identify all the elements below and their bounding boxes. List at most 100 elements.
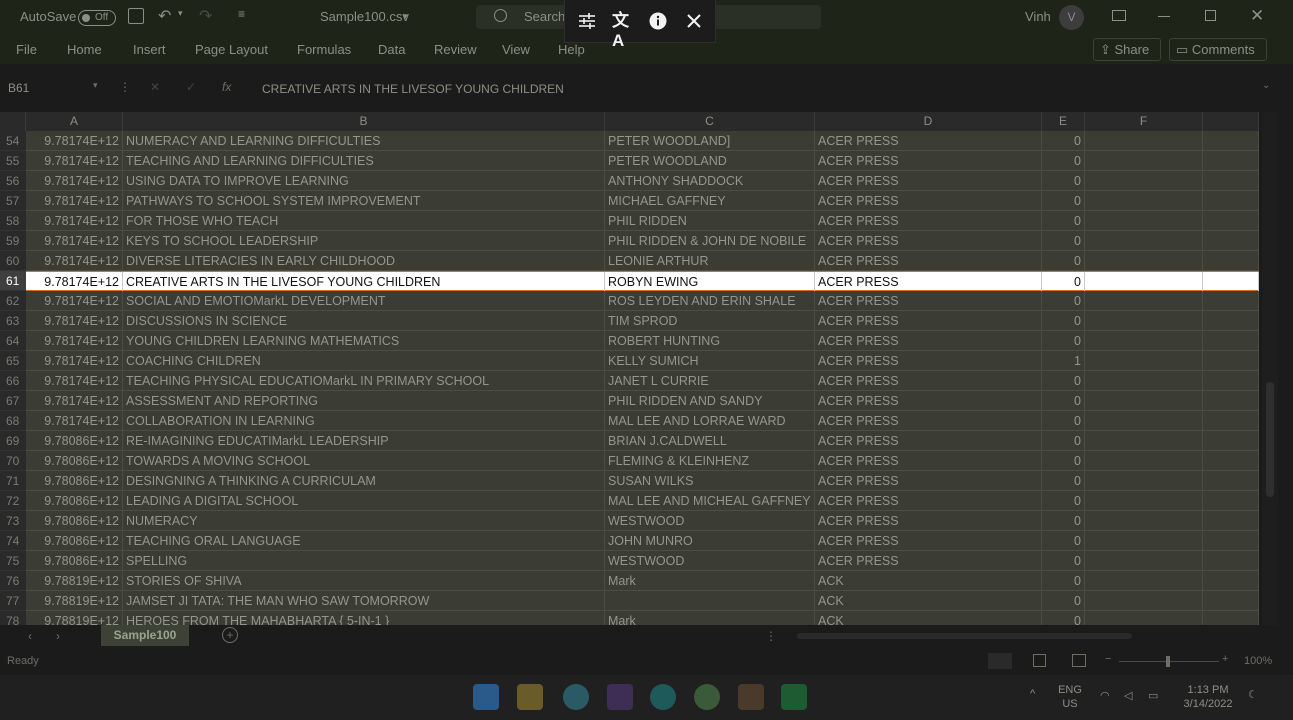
column-header-e[interactable]: E bbox=[1042, 112, 1085, 131]
cell-d[interactable]: ACER PRESS bbox=[815, 511, 1042, 531]
cell-e[interactable]: 0 bbox=[1042, 251, 1085, 271]
cell-a[interactable]: 9.78086E+12 bbox=[26, 531, 123, 551]
language-indicator[interactable]: ENG US bbox=[1055, 683, 1085, 711]
cell-d[interactable]: ACER PRESS bbox=[815, 471, 1042, 491]
cell-e[interactable]: 0 bbox=[1042, 272, 1085, 292]
cell-g[interactable] bbox=[1203, 331, 1259, 351]
cell-b[interactable]: PATHWAYS TO SCHOOL SYSTEM IMPROVEMENT bbox=[123, 191, 605, 211]
cell-f[interactable] bbox=[1085, 171, 1203, 191]
tab-page-layout[interactable]: Page Layout bbox=[195, 42, 268, 57]
cell-e[interactable]: 0 bbox=[1042, 171, 1085, 191]
zoom-out-icon[interactable]: − bbox=[1105, 653, 1111, 665]
cell-c[interactable]: KELLY SUMICH bbox=[605, 351, 815, 371]
column-header-c[interactable]: C bbox=[605, 112, 815, 131]
cell-a[interactable]: 9.78819E+12 bbox=[26, 611, 123, 625]
cell-b[interactable]: RE-IMAGINING EDUCATIMarkL LEADERSHIP bbox=[123, 431, 605, 451]
cell-b[interactable]: CREATIVE ARTS IN THE LIVESOF YOUNG CHILD… bbox=[123, 272, 605, 292]
cell-g[interactable] bbox=[1203, 272, 1259, 292]
horizontal-scrollbar[interactable] bbox=[787, 630, 1257, 642]
cell-g[interactable] bbox=[1203, 371, 1259, 391]
tab-data[interactable]: Data bbox=[378, 42, 405, 57]
cell-f[interactable] bbox=[1085, 131, 1203, 151]
cell-g[interactable] bbox=[1203, 511, 1259, 531]
cell-e[interactable]: 0 bbox=[1042, 391, 1085, 411]
cell-g[interactable] bbox=[1203, 391, 1259, 411]
cell-b[interactable]: TOWARDS A MOVING SCHOOL bbox=[123, 451, 605, 471]
cell-d[interactable]: ACER PRESS bbox=[815, 411, 1042, 431]
cell-f[interactable] bbox=[1085, 591, 1203, 611]
cell-e[interactable]: 0 bbox=[1042, 471, 1085, 491]
cell-d[interactable]: ACER PRESS bbox=[815, 371, 1042, 391]
cell-c[interactable]: ANTHONY SHADDOCK bbox=[605, 171, 815, 191]
cell-a[interactable]: 9.78174E+12 bbox=[26, 211, 123, 231]
cell-a[interactable]: 9.78174E+12 bbox=[26, 272, 123, 292]
cell-b[interactable]: KEYS TO SCHOOL LEADERSHIP bbox=[123, 231, 605, 251]
cell-g[interactable] bbox=[1203, 291, 1259, 311]
cell-a[interactable]: 9.78174E+12 bbox=[26, 391, 123, 411]
scroll-thumb[interactable] bbox=[1266, 382, 1274, 497]
cell-a[interactable]: 9.78174E+12 bbox=[26, 331, 123, 351]
cell-e[interactable]: 0 bbox=[1042, 331, 1085, 351]
tab-help[interactable]: Help bbox=[558, 42, 585, 57]
cell-a[interactable]: 9.78086E+12 bbox=[26, 431, 123, 451]
cell-g[interactable] bbox=[1203, 411, 1259, 431]
cell-e[interactable]: 0 bbox=[1042, 411, 1085, 431]
cell-c[interactable]: PETER WOODLAND bbox=[605, 151, 815, 171]
cell-b[interactable]: NUMERACY AND LEARNING DIFFICULTIES bbox=[123, 131, 605, 151]
close-window-icon[interactable]: ✕ bbox=[1250, 6, 1264, 26]
cell-g[interactable] bbox=[1203, 131, 1259, 151]
cell-e[interactable]: 0 bbox=[1042, 591, 1085, 611]
cell-d[interactable]: ACER PRESS bbox=[815, 431, 1042, 451]
cell-c[interactable]: ROBERT HUNTING bbox=[605, 331, 815, 351]
row-header[interactable]: 73 bbox=[0, 511, 26, 531]
cell-d[interactable]: ACER PRESS bbox=[815, 231, 1042, 251]
cell-b[interactable]: TEACHING AND LEARNING DIFFICULTIES bbox=[123, 151, 605, 171]
visual-studio-icon[interactable] bbox=[607, 684, 633, 710]
cell-b[interactable]: STORIES OF SHIVA bbox=[123, 571, 605, 591]
insert-function-icon[interactable]: fx bbox=[222, 80, 231, 94]
cell-a[interactable]: 9.78174E+12 bbox=[26, 351, 123, 371]
cell-e[interactable]: 0 bbox=[1042, 491, 1085, 511]
cell-e[interactable]: 0 bbox=[1042, 551, 1085, 571]
cell-f[interactable] bbox=[1085, 471, 1203, 491]
zoom-level[interactable]: 100% bbox=[1244, 655, 1272, 667]
restore-icon[interactable] bbox=[1205, 10, 1216, 21]
cell-c[interactable]: MICHAEL GAFFNEY bbox=[605, 191, 815, 211]
cell-d[interactable]: ACER PRESS bbox=[815, 351, 1042, 371]
cell-a[interactable]: 9.78174E+12 bbox=[26, 311, 123, 331]
cell-d[interactable]: ACK bbox=[815, 611, 1042, 625]
app-icon[interactable] bbox=[738, 684, 764, 710]
redo-icon[interactable]: ↷ bbox=[199, 6, 212, 26]
cell-a[interactable]: 9.78819E+12 bbox=[26, 591, 123, 611]
cell-g[interactable] bbox=[1203, 491, 1259, 511]
cell-f[interactable] bbox=[1085, 191, 1203, 211]
cell-d[interactable]: ACER PRESS bbox=[815, 311, 1042, 331]
row-header[interactable]: 70 bbox=[0, 451, 26, 471]
excel-icon[interactable] bbox=[781, 684, 807, 710]
cell-f[interactable] bbox=[1085, 571, 1203, 591]
column-header-f[interactable]: F bbox=[1085, 112, 1203, 131]
cell-d[interactable]: ACK bbox=[815, 591, 1042, 611]
row-header[interactable]: 69 bbox=[0, 431, 26, 451]
tab-home[interactable]: Home bbox=[67, 42, 102, 57]
cell-g[interactable] bbox=[1203, 531, 1259, 551]
cell-c[interactable]: SUSAN WILKS bbox=[605, 471, 815, 491]
cell-c[interactable]: PHIL RIDDEN AND SANDY bbox=[605, 391, 815, 411]
cell-f[interactable] bbox=[1085, 411, 1203, 431]
cell-c[interactable]: PHIL RIDDEN & JOHN DE NOBILE bbox=[605, 231, 815, 251]
cell-f[interactable] bbox=[1085, 151, 1203, 171]
cell-e[interactable]: 0 bbox=[1042, 131, 1085, 151]
cell-d[interactable]: ACER PRESS bbox=[815, 251, 1042, 271]
cell-e[interactable]: 0 bbox=[1042, 231, 1085, 251]
telegram-icon[interactable] bbox=[563, 684, 589, 710]
cell-e[interactable]: 0 bbox=[1042, 211, 1085, 231]
split-handle-icon[interactable]: ⋮ bbox=[765, 629, 777, 643]
cell-d[interactable]: ACER PRESS bbox=[815, 191, 1042, 211]
cell-g[interactable] bbox=[1203, 611, 1259, 625]
info-icon[interactable] bbox=[648, 11, 668, 31]
cell-e[interactable]: 0 bbox=[1042, 511, 1085, 531]
minimize-icon[interactable] bbox=[1158, 16, 1170, 17]
hscroll-thumb[interactable] bbox=[797, 633, 1132, 639]
cell-a[interactable]: 9.78086E+12 bbox=[26, 471, 123, 491]
next-sheet-icon[interactable]: › bbox=[56, 629, 60, 643]
